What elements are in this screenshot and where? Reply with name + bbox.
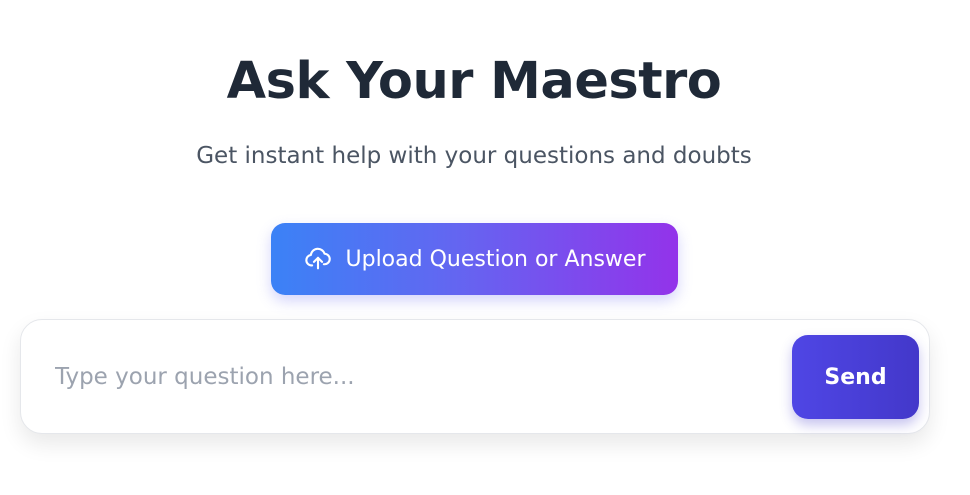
page-title: Ask Your Maestro — [226, 52, 722, 111]
send-button[interactable]: Send — [792, 335, 919, 419]
question-composer: Send — [20, 319, 930, 434]
ask-maestro-page: Ask Your Maestro Get instant help with y… — [0, 0, 970, 495]
cloud-upload-icon — [304, 245, 332, 273]
upload-button-label: Upload Question or Answer — [345, 246, 646, 272]
page-subtitle: Get instant help with your questions and… — [196, 143, 752, 169]
upload-question-button[interactable]: Upload Question or Answer — [271, 223, 678, 295]
question-input[interactable] — [55, 350, 775, 404]
